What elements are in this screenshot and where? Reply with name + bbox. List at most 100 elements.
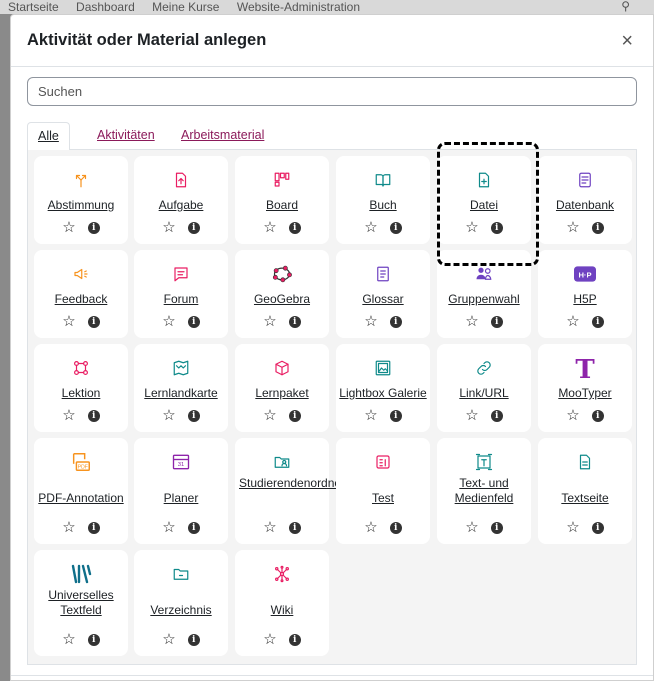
tab-activities[interactable]: Aktivitäten [87,122,165,150]
star-icon[interactable]: ☆ [62,520,75,536]
activity-tile[interactable]: Text- und Medienfeld ☆ i [437,438,531,544]
info-icon[interactable]: i [187,634,200,646]
nav-item[interactable]: Dashboard [76,0,135,14]
activity-tile[interactable]: Universelles Textfeld ☆ i [34,550,128,656]
activity-name-link[interactable]: Text- und Medienfeld [437,476,531,506]
activity-name-link[interactable]: Lightbox Galerie [336,386,430,401]
info-icon[interactable]: i [288,634,301,646]
activity-name-link[interactable]: Studierendenordner [235,476,345,491]
activity-name-link[interactable]: Verzeichnis [134,603,228,618]
star-icon[interactable]: ☆ [465,220,478,236]
info-icon[interactable]: i [591,522,604,534]
search-icon[interactable]: ⚲ [621,0,630,13]
activity-name-link[interactable]: Forum [134,292,228,307]
activity-tile[interactable]: Forum ☆ i [134,250,228,338]
activity-name-link[interactable]: Datei [437,198,531,213]
activity-tile[interactable]: Buch ☆ i [336,156,430,244]
tab-all[interactable]: Alle [27,122,70,151]
activity-tile[interactable]: Link/URL ☆ i [437,344,531,432]
activity-tile[interactable]: Textseite ☆ i [538,438,632,544]
activity-name-link[interactable]: Buch [336,198,430,213]
info-icon[interactable]: i [187,410,200,422]
activity-tile[interactable]: Aufgabe ☆ i [134,156,228,244]
activity-name-link[interactable]: Board [235,198,329,213]
info-icon[interactable]: i [187,316,200,328]
info-icon[interactable]: i [87,410,100,422]
star-icon[interactable]: ☆ [263,520,276,536]
activity-name-link[interactable]: Textseite [538,491,632,506]
activity-name-link[interactable]: Feedback [34,292,128,307]
info-icon[interactable]: i [87,634,100,646]
activity-tile[interactable]: 31 Planer ☆ i [134,438,228,544]
activity-name-link[interactable]: MooTyper [538,386,632,401]
star-icon[interactable]: ☆ [162,520,175,536]
activity-name-link[interactable]: GeoGebra [235,292,329,307]
close-icon[interactable]: × [621,31,633,51]
activity-tile[interactable]: Board ☆ i [235,156,329,244]
info-icon[interactable]: i [591,222,604,234]
activity-name-link[interactable]: Aufgabe [134,198,228,213]
info-icon[interactable]: i [490,410,503,422]
info-icon[interactable]: i [288,410,301,422]
activity-tile[interactable]: Wiki ☆ i [235,550,329,656]
activity-tile[interactable]: Glossar ☆ i [336,250,430,338]
activity-tile[interactable]: Studierendenordner ☆ i [235,438,345,544]
star-icon[interactable]: ☆ [364,408,377,424]
activity-tile[interactable]: Datenbank ☆ i [538,156,632,244]
star-icon[interactable]: ☆ [566,520,579,536]
info-icon[interactable]: i [187,522,200,534]
info-icon[interactable]: i [591,316,604,328]
activity-tile[interactable]: Lernlandkarte ☆ i [134,344,228,432]
activity-name-link[interactable]: Test [336,491,430,506]
star-icon[interactable]: ☆ [263,408,276,424]
info-icon[interactable]: i [591,410,604,422]
star-icon[interactable]: ☆ [162,314,175,330]
star-icon[interactable]: ☆ [465,520,478,536]
info-icon[interactable]: i [288,522,301,534]
star-icon[interactable]: ☆ [465,314,478,330]
star-icon[interactable]: ☆ [263,632,276,648]
info-icon[interactable]: i [288,222,301,234]
star-icon[interactable]: ☆ [364,520,377,536]
activity-tile[interactable]: Test ☆ i [336,438,430,544]
activity-name-link[interactable]: Universelles Textfeld [34,588,128,618]
search-input[interactable] [27,77,637,106]
info-icon[interactable]: i [389,316,402,328]
star-icon[interactable]: ☆ [364,220,377,236]
info-icon[interactable]: i [87,222,100,234]
star-icon[interactable]: ☆ [162,632,175,648]
star-icon[interactable]: ☆ [465,408,478,424]
activity-name-link[interactable]: PDF-Annotation [34,491,128,506]
activity-tile[interactable]: Abstimmung ☆ i [34,156,128,244]
info-icon[interactable]: i [87,316,100,328]
nav-item[interactable]: Startseite [8,0,59,14]
activity-name-link[interactable]: Lektion [34,386,128,401]
star-icon[interactable]: ☆ [263,220,276,236]
activity-name-link[interactable]: Lernlandkarte [134,386,228,401]
nav-item[interactable]: Meine Kurse [152,0,219,14]
activity-name-link[interactable]: Link/URL [437,386,531,401]
info-icon[interactable]: i [490,222,503,234]
nav-item[interactable]: Website-Administration [237,0,360,14]
activity-tile[interactable]: T MooTyper ☆ i [538,344,632,432]
activity-tile[interactable]: Lightbox Galerie ☆ i [336,344,430,432]
star-icon[interactable]: ☆ [62,220,75,236]
activity-name-link[interactable]: Lernpaket [235,386,329,401]
info-icon[interactable]: i [288,316,301,328]
activity-name-link[interactable]: Wiki [235,603,329,618]
activity-tile[interactable]: PDF PDF-Annotation ☆ i [34,438,128,544]
star-icon[interactable]: ☆ [162,408,175,424]
star-icon[interactable]: ☆ [162,220,175,236]
info-icon[interactable]: i [389,410,402,422]
activity-tile[interactable]: Verzeichnis ☆ i [134,550,228,656]
info-icon[interactable]: i [87,522,100,534]
star-icon[interactable]: ☆ [62,408,75,424]
star-icon[interactable]: ☆ [62,314,75,330]
activity-name-link[interactable]: Datenbank [538,198,632,213]
star-icon[interactable]: ☆ [566,314,579,330]
activity-name-link[interactable]: H5P [538,292,632,307]
star-icon[interactable]: ☆ [62,632,75,648]
star-icon[interactable]: ☆ [364,314,377,330]
activity-name-link[interactable]: Gruppenwahl [437,292,531,307]
activity-name-link[interactable]: Glossar [336,292,430,307]
